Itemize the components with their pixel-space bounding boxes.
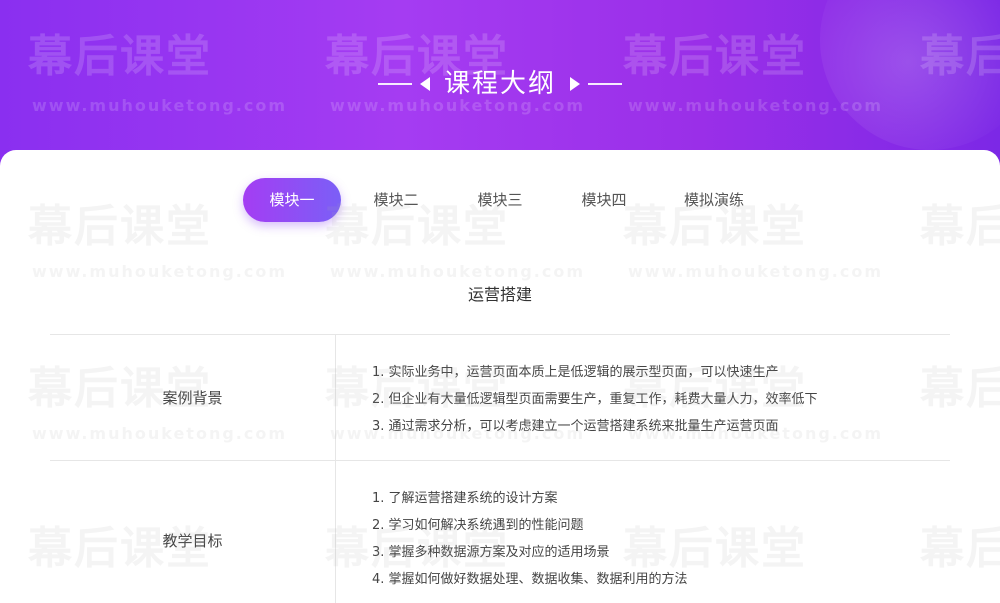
list-item: 1. 实际业务中，运营页面本质上是低逻辑的展示型页面，可以快速生产	[372, 365, 779, 380]
triangle-left-icon	[419, 77, 430, 91]
table-row-background: 案例背景 1. 实际业务中，运营页面本质上是低逻辑的展示型页面，可以快速生产 2…	[50, 335, 950, 461]
triangle-right-icon	[570, 77, 580, 91]
tab-module-3[interactable]: 模块三	[451, 178, 549, 222]
list-item: 2. 学习如何解决系统遇到的性能问题	[372, 518, 584, 533]
title-right-line	[588, 83, 622, 85]
tab-simulation[interactable]: 模拟演练	[659, 178, 769, 222]
row-label: 教学目标	[50, 461, 336, 603]
page-title: 课程大纲	[443, 69, 556, 99]
module-tabs: 模块一 模块二 模块三 模块四 模拟演练	[243, 178, 769, 222]
module-title: 运营搭建	[467, 285, 532, 304]
list-item: 3. 通过需求分析，可以考虑建立一个运营搭建系统来批量生产运营页面	[372, 419, 779, 434]
list-item: 3. 掌握多种数据源方案及对应的适用场景	[372, 545, 610, 560]
table-row-goals: 教学目标 1. 了解运营搭建系统的设计方案 2. 学习如何解决系统遇到的性能问题…	[50, 461, 950, 603]
tab-module-1[interactable]: 模块一	[243, 178, 341, 222]
module-table: 案例背景 1. 实际业务中，运营页面本质上是低逻辑的展示型页面，可以快速生产 2…	[50, 334, 950, 603]
list-item: 4. 掌握如何做好数据处理、数据收集、数据利用的方法	[372, 572, 688, 587]
list-item: 1. 了解运营搭建系统的设计方案	[372, 491, 558, 506]
hero-title-row: 课程大纲	[0, 62, 1000, 106]
hero-banner: 幕后课堂 www.muhouketong.com 幕后课堂 www.muhouk…	[0, 0, 1000, 175]
title-left-line	[377, 83, 412, 85]
tab-module-4[interactable]: 模块四	[555, 178, 653, 222]
row-content: 1. 了解运营搭建系统的设计方案 2. 学习如何解决系统遇到的性能问题 3. 掌…	[336, 461, 950, 603]
row-content: 1. 实际业务中，运营页面本质上是低逻辑的展示型页面，可以快速生产 2. 但企业…	[336, 335, 950, 460]
row-label: 案例背景	[50, 335, 336, 460]
tab-module-2[interactable]: 模块二	[347, 178, 445, 222]
list-item: 2. 但企业有大量低逻辑型页面需要生产，重复工作，耗费大量人力，效率低下	[372, 392, 818, 407]
